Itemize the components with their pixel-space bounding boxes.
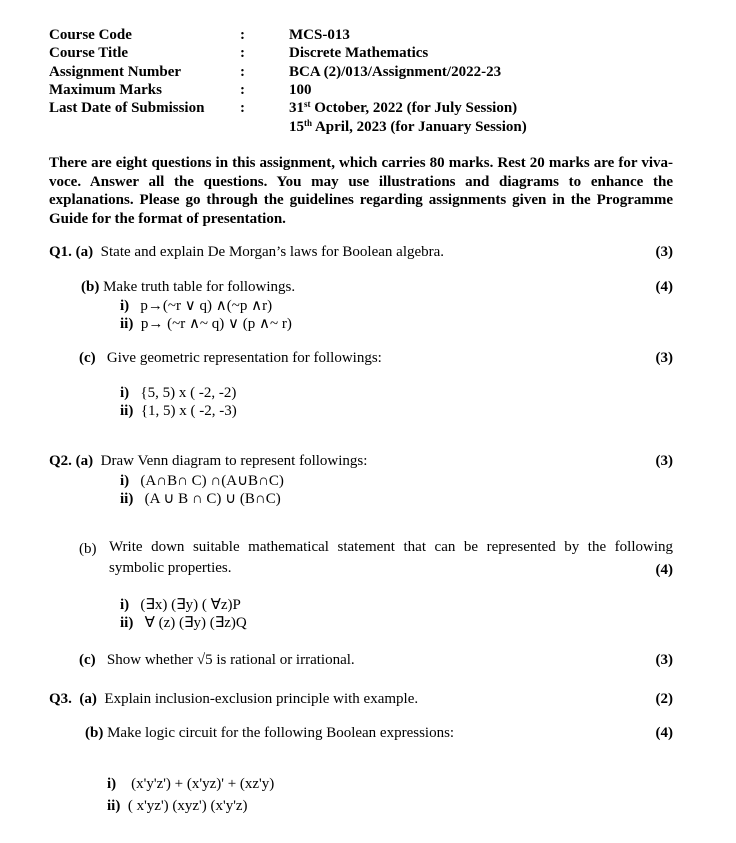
q1-b-item-2: ii) p→ (~r ∧~ q) ∨ (p ∧~ r) xyxy=(120,315,292,333)
last-date-label: Last Date of Submission xyxy=(49,100,205,116)
part-label: (b) xyxy=(81,279,100,295)
q1-b: (b) Make truth table for followings. xyxy=(81,278,295,296)
marks: (3) xyxy=(655,652,674,668)
maximum-marks-value: 100 xyxy=(289,82,312,98)
marks: (3) xyxy=(655,453,674,469)
assignment-number-label: Assignment Number xyxy=(49,64,182,80)
part-label: (c) xyxy=(79,652,96,668)
part-label: (a) xyxy=(75,244,94,260)
colon: : xyxy=(240,45,245,61)
item-text: (x'y'z') + (x'yz)' + (xz'y) xyxy=(131,776,275,792)
item-text: {1, 5) x ( -2, -3) xyxy=(140,403,237,419)
question-text: Explain inclusion-exclusion principle wi… xyxy=(104,691,419,707)
item-label: ii) xyxy=(107,798,121,814)
question-text: Make logic circuit for the following Boo… xyxy=(107,725,455,741)
question-text: State and explain De Morgan’s laws for B… xyxy=(100,244,445,260)
q3-b-item-1: i) (x'y'z') + (x'yz)' + (xz'y) xyxy=(107,775,274,793)
colon: : xyxy=(240,82,245,98)
q2-a-item-1: i) (A∩B∩ C) ∩(A∪B∩C) xyxy=(120,472,284,490)
q2-b-item-1: i) (∃x) (∃y) ( ∀z)P xyxy=(120,596,241,614)
item-label: i) xyxy=(120,597,130,613)
course-title-label: Course Title xyxy=(49,45,129,61)
q3-b-item-2: ii) ( x'yz') (xyz') (x'y'z) xyxy=(107,797,248,815)
q2-a-item-2: ii) (A ∪ B ∩ C) ∪ (B∩C) xyxy=(120,490,281,508)
date-day: 15 xyxy=(289,119,304,135)
question-text: Make truth table for followings. xyxy=(103,279,296,295)
item-text: ( x'yz') (xyz') (x'y'z) xyxy=(127,798,248,814)
course-code-label: Course Code xyxy=(49,27,132,43)
question-text: Show whether √5 is rational or irrationa… xyxy=(106,652,355,668)
q1-b-item-1: i) p→(~r ∨ q) ∧(~p ∧r) xyxy=(120,297,272,315)
last-date-july: 31st October, 2022 (for July Session) xyxy=(289,99,517,117)
colon: : xyxy=(240,100,245,116)
item-text: (A∩B∩ C) ∩(A∪B∩C) xyxy=(140,473,284,489)
date-rest: October, 2022 (for July Session) xyxy=(310,100,518,116)
q2-a: Q2. (a) Draw Venn diagram to represent f… xyxy=(49,452,367,470)
marks: (4) xyxy=(655,725,674,741)
maximum-marks-label: Maximum Marks xyxy=(49,82,162,98)
q1-a: Q1. (a) State and explain De Morgan’s la… xyxy=(49,243,444,261)
item-label: ii) xyxy=(120,403,134,419)
marks: (4) xyxy=(655,562,674,578)
q2-b-item-2: ii) ∀ (z) (∃y) (∃z)Q xyxy=(120,614,247,632)
q1-c-item-2: ii) {1, 5) x ( -2, -3) xyxy=(120,402,237,420)
course-code-value: MCS-013 xyxy=(289,27,350,43)
q2-c: (c) Show whether √5 is rational or irrat… xyxy=(79,651,355,669)
item-label: ii) xyxy=(120,316,134,332)
course-title-value: Discrete Mathematics xyxy=(289,45,429,61)
marks: (3) xyxy=(655,350,674,366)
last-date-january: 15th April, 2023 (for January Session) xyxy=(289,118,527,136)
item-text: (A ∪ B ∩ C) ∪ (B∩C) xyxy=(144,491,281,507)
marks: (3) xyxy=(655,244,674,260)
q1-c: (c) Give geometric representation for fo… xyxy=(79,349,382,367)
colon: : xyxy=(240,27,245,43)
item-label: ii) xyxy=(120,491,134,507)
item-text: ∀ (z) (∃y) (∃z)Q xyxy=(144,615,247,631)
item-label: i) xyxy=(120,385,130,401)
item-label: i) xyxy=(120,298,130,314)
item-text: p→(~r ∨ q) ∧(~p ∧r) xyxy=(140,298,273,314)
item-label: i) xyxy=(107,776,117,792)
part-label: (a) xyxy=(79,691,97,707)
assignment-number-value: BCA (2)/013/Assignment/2022-23 xyxy=(289,64,502,80)
q2-b-label: (b) xyxy=(79,541,97,557)
instructions-paragraph: There are eight questions in this assign… xyxy=(49,155,673,227)
colon: : xyxy=(240,64,245,80)
question-number: Q1. xyxy=(49,244,72,260)
marks: (4) xyxy=(655,279,674,295)
part-label: (a) xyxy=(75,453,94,469)
q2-b-text: Write down suitable mathematical stateme… xyxy=(109,539,673,576)
marks: (2) xyxy=(655,691,674,707)
item-label: i) xyxy=(120,473,130,489)
item-text: p→ (~r ∧~ q) ∨ (p ∧~ r) xyxy=(140,316,292,332)
date-day: 31 xyxy=(289,100,304,116)
part-label: (c) xyxy=(79,350,96,366)
q3-a: Q3. (a) Explain inclusion-exclusion prin… xyxy=(49,690,418,708)
q3-b: (b) Make logic circuit for the following… xyxy=(85,724,454,742)
question-number: Q2. xyxy=(49,453,72,469)
date-rest: April, 2023 (for January Session) xyxy=(312,119,527,135)
date-suffix: th xyxy=(304,118,313,128)
q1-c-item-1: i) {5, 5) x ( -2, -2) xyxy=(120,384,236,402)
item-text: (∃x) (∃y) ( ∀z)P xyxy=(140,597,241,613)
question-text: Draw Venn diagram to represent following… xyxy=(100,453,368,469)
item-text: {5, 5) x ( -2, -2) xyxy=(140,385,237,401)
question-number: Q3. xyxy=(49,691,72,707)
item-label: ii) xyxy=(120,615,134,631)
part-label: (b) xyxy=(85,725,104,741)
question-text: Give geometric representation for follow… xyxy=(106,350,382,366)
